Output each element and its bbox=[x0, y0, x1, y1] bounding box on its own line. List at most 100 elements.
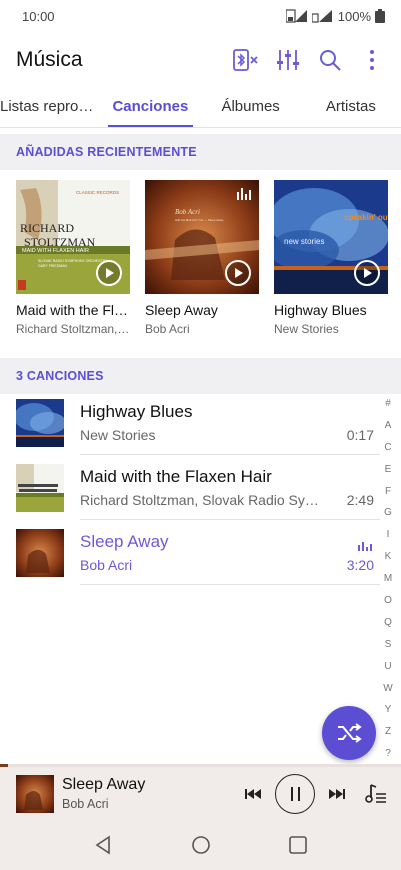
bluetooth-off-icon bbox=[233, 49, 258, 71]
song-artist: Bob Acri bbox=[80, 557, 133, 573]
status-bar: 10:00 100% bbox=[0, 0, 401, 32]
recent-item-title: Maid with the Fl… bbox=[16, 302, 129, 318]
sim-signal-icon bbox=[285, 9, 307, 23]
recent-list: CLASSIC RECORDS RICHARD STOLTZMAN MAID W… bbox=[16, 180, 396, 340]
index-letter[interactable]: Y bbox=[385, 699, 392, 721]
svg-text:CLASSIC RECORDS: CLASSIC RECORDS bbox=[76, 190, 119, 195]
song-title: Highway Blues bbox=[80, 402, 193, 421]
recent-item[interactable]: CLASSIC RECORDS RICHARD STOLTZMAN MAID W… bbox=[16, 180, 130, 340]
recent-item-artist: New Stories bbox=[274, 322, 339, 336]
play-icon[interactable] bbox=[354, 260, 380, 286]
index-letter[interactable]: M bbox=[384, 568, 392, 590]
song-info: Maid with the Flaxen Hair Richard Stoltz… bbox=[80, 455, 380, 520]
song-artist: Richard Stoltzman, Slovak Radio Symp… bbox=[80, 492, 330, 508]
index-letter[interactable]: S bbox=[385, 634, 392, 656]
home-icon[interactable] bbox=[191, 835, 211, 855]
index-letter[interactable]: # bbox=[385, 393, 391, 415]
index-letter[interactable]: A bbox=[385, 415, 392, 437]
index-letter[interactable]: ? bbox=[385, 743, 391, 765]
recent-item-artist: Bob Acri bbox=[145, 322, 190, 336]
svg-text:speakin' out: speakin' out bbox=[344, 213, 388, 222]
recent-section-header: AÑADIDAS RECIENTEMENTE bbox=[0, 134, 401, 170]
equalizer-icon bbox=[277, 50, 299, 70]
app-bar: Música bbox=[0, 32, 401, 88]
now-playing-icon bbox=[358, 542, 372, 551]
index-letter[interactable]: G bbox=[384, 502, 392, 524]
search-icon bbox=[320, 50, 341, 71]
index-letter[interactable]: Q bbox=[384, 612, 392, 634]
recent-item-title: Sleep Away bbox=[145, 302, 218, 318]
album-cover: new stories speakin' out bbox=[274, 180, 388, 294]
tab-playlists[interactable]: Listas reprod… bbox=[0, 88, 100, 127]
index-letter[interactable]: I bbox=[387, 524, 390, 546]
index-letter[interactable]: F bbox=[385, 481, 391, 503]
mini-player-thumbnail bbox=[16, 774, 54, 813]
page-title: Música bbox=[16, 48, 83, 71]
next-icon[interactable] bbox=[329, 788, 345, 800]
back-icon[interactable] bbox=[94, 835, 114, 855]
mini-player-artist: Bob Acri bbox=[62, 797, 109, 811]
album-cover: CLASSIC RECORDS RICHARD STOLTZMAN MAID W… bbox=[16, 180, 130, 294]
more-vert-icon bbox=[370, 50, 374, 70]
tab-songs[interactable]: Canciones bbox=[100, 88, 200, 127]
previous-icon[interactable] bbox=[245, 788, 261, 800]
play-icon[interactable] bbox=[225, 260, 251, 286]
pause-button[interactable] bbox=[275, 773, 315, 814]
song-row[interactable]: Maid with the Flaxen Hair Richard Stoltz… bbox=[0, 455, 380, 520]
battery-icon bbox=[375, 9, 385, 23]
song-thumbnail bbox=[16, 463, 64, 512]
search-button[interactable] bbox=[317, 47, 343, 73]
tab-albums[interactable]: Álbumes bbox=[201, 88, 301, 127]
mini-player-title: Sleep Away bbox=[62, 776, 146, 793]
equalizer-button[interactable] bbox=[275, 47, 301, 73]
svg-text:RICHARD: RICHARD bbox=[20, 221, 74, 235]
pause-icon bbox=[290, 786, 293, 801]
play-icon[interactable] bbox=[96, 260, 122, 286]
status-time: 10:00 bbox=[22, 8, 55, 24]
recents-icon[interactable] bbox=[288, 835, 308, 855]
song-artist: New Stories bbox=[80, 427, 156, 443]
status-icons: 100% bbox=[285, 8, 385, 24]
tab-bar: Listas reprod… Canciones Álbumes Artista… bbox=[0, 88, 401, 128]
songs-section-header: 3 CANCIONES bbox=[0, 358, 401, 394]
now-playing-icon bbox=[237, 188, 251, 200]
recent-item[interactable]: new stories speakin' out Highway Blues N… bbox=[274, 180, 388, 340]
mini-player-controls bbox=[245, 773, 387, 814]
song-duration: 3:20 bbox=[346, 557, 374, 573]
tab-artists[interactable]: Artistas bbox=[301, 88, 401, 127]
song-list: Highway Blues New Stories 0:17 Maid with… bbox=[0, 390, 380, 585]
battery-level: 100% bbox=[337, 8, 371, 24]
index-letter[interactable]: Z bbox=[385, 721, 391, 743]
shuffle-icon bbox=[338, 723, 362, 743]
shuffle-button[interactable] bbox=[322, 706, 376, 760]
index-letter[interactable]: K bbox=[385, 546, 392, 568]
song-thumbnail bbox=[16, 398, 64, 447]
index-letter[interactable]: W bbox=[383, 678, 392, 700]
index-letter[interactable]: O bbox=[384, 590, 392, 612]
alphabet-index[interactable]: # A C E F G I K M O Q S U W Y Z ? bbox=[380, 393, 396, 765]
song-row[interactable]: Highway Blues New Stories 0:17 bbox=[0, 390, 380, 455]
song-info: Highway Blues New Stories 0:17 bbox=[80, 390, 380, 455]
svg-text:with the Bob Acri Trio — Sleep: with the Bob Acri Trio — Sleep Away bbox=[175, 218, 224, 222]
playlist-icon[interactable] bbox=[365, 783, 387, 805]
index-letter[interactable]: U bbox=[384, 656, 391, 678]
index-letter[interactable]: C bbox=[384, 437, 391, 459]
recent-item-artist: Richard Stoltzman, … bbox=[16, 322, 130, 336]
signal-icon bbox=[311, 10, 332, 23]
index-letter[interactable]: E bbox=[385, 459, 392, 481]
more-options-button[interactable] bbox=[359, 47, 385, 73]
mini-player-info: Sleep Away Bob Acri bbox=[62, 776, 245, 811]
mini-player[interactable]: Sleep Away Bob Acri bbox=[0, 764, 401, 820]
song-title: Sleep Away bbox=[80, 532, 169, 551]
bluetooth-off-button[interactable] bbox=[233, 47, 259, 73]
song-duration: 0:17 bbox=[346, 427, 374, 443]
song-duration: 2:49 bbox=[346, 492, 374, 508]
svg-text:MAID WITH FLAXEN HAIR: MAID WITH FLAXEN HAIR bbox=[22, 248, 89, 254]
recent-item[interactable]: Bob Acri with the Bob Acri Trio — Sleep … bbox=[145, 180, 259, 340]
playback-progress bbox=[0, 764, 9, 767]
system-nav-bar bbox=[0, 820, 401, 870]
album-cover: Bob Acri with the Bob Acri Trio — Sleep … bbox=[145, 180, 259, 294]
svg-text:GARY FRIEDMAN: GARY FRIEDMAN bbox=[38, 264, 68, 268]
app-actions bbox=[233, 47, 385, 73]
song-row-now-playing[interactable]: Sleep Away Bob Acri 3:20 bbox=[0, 520, 380, 585]
